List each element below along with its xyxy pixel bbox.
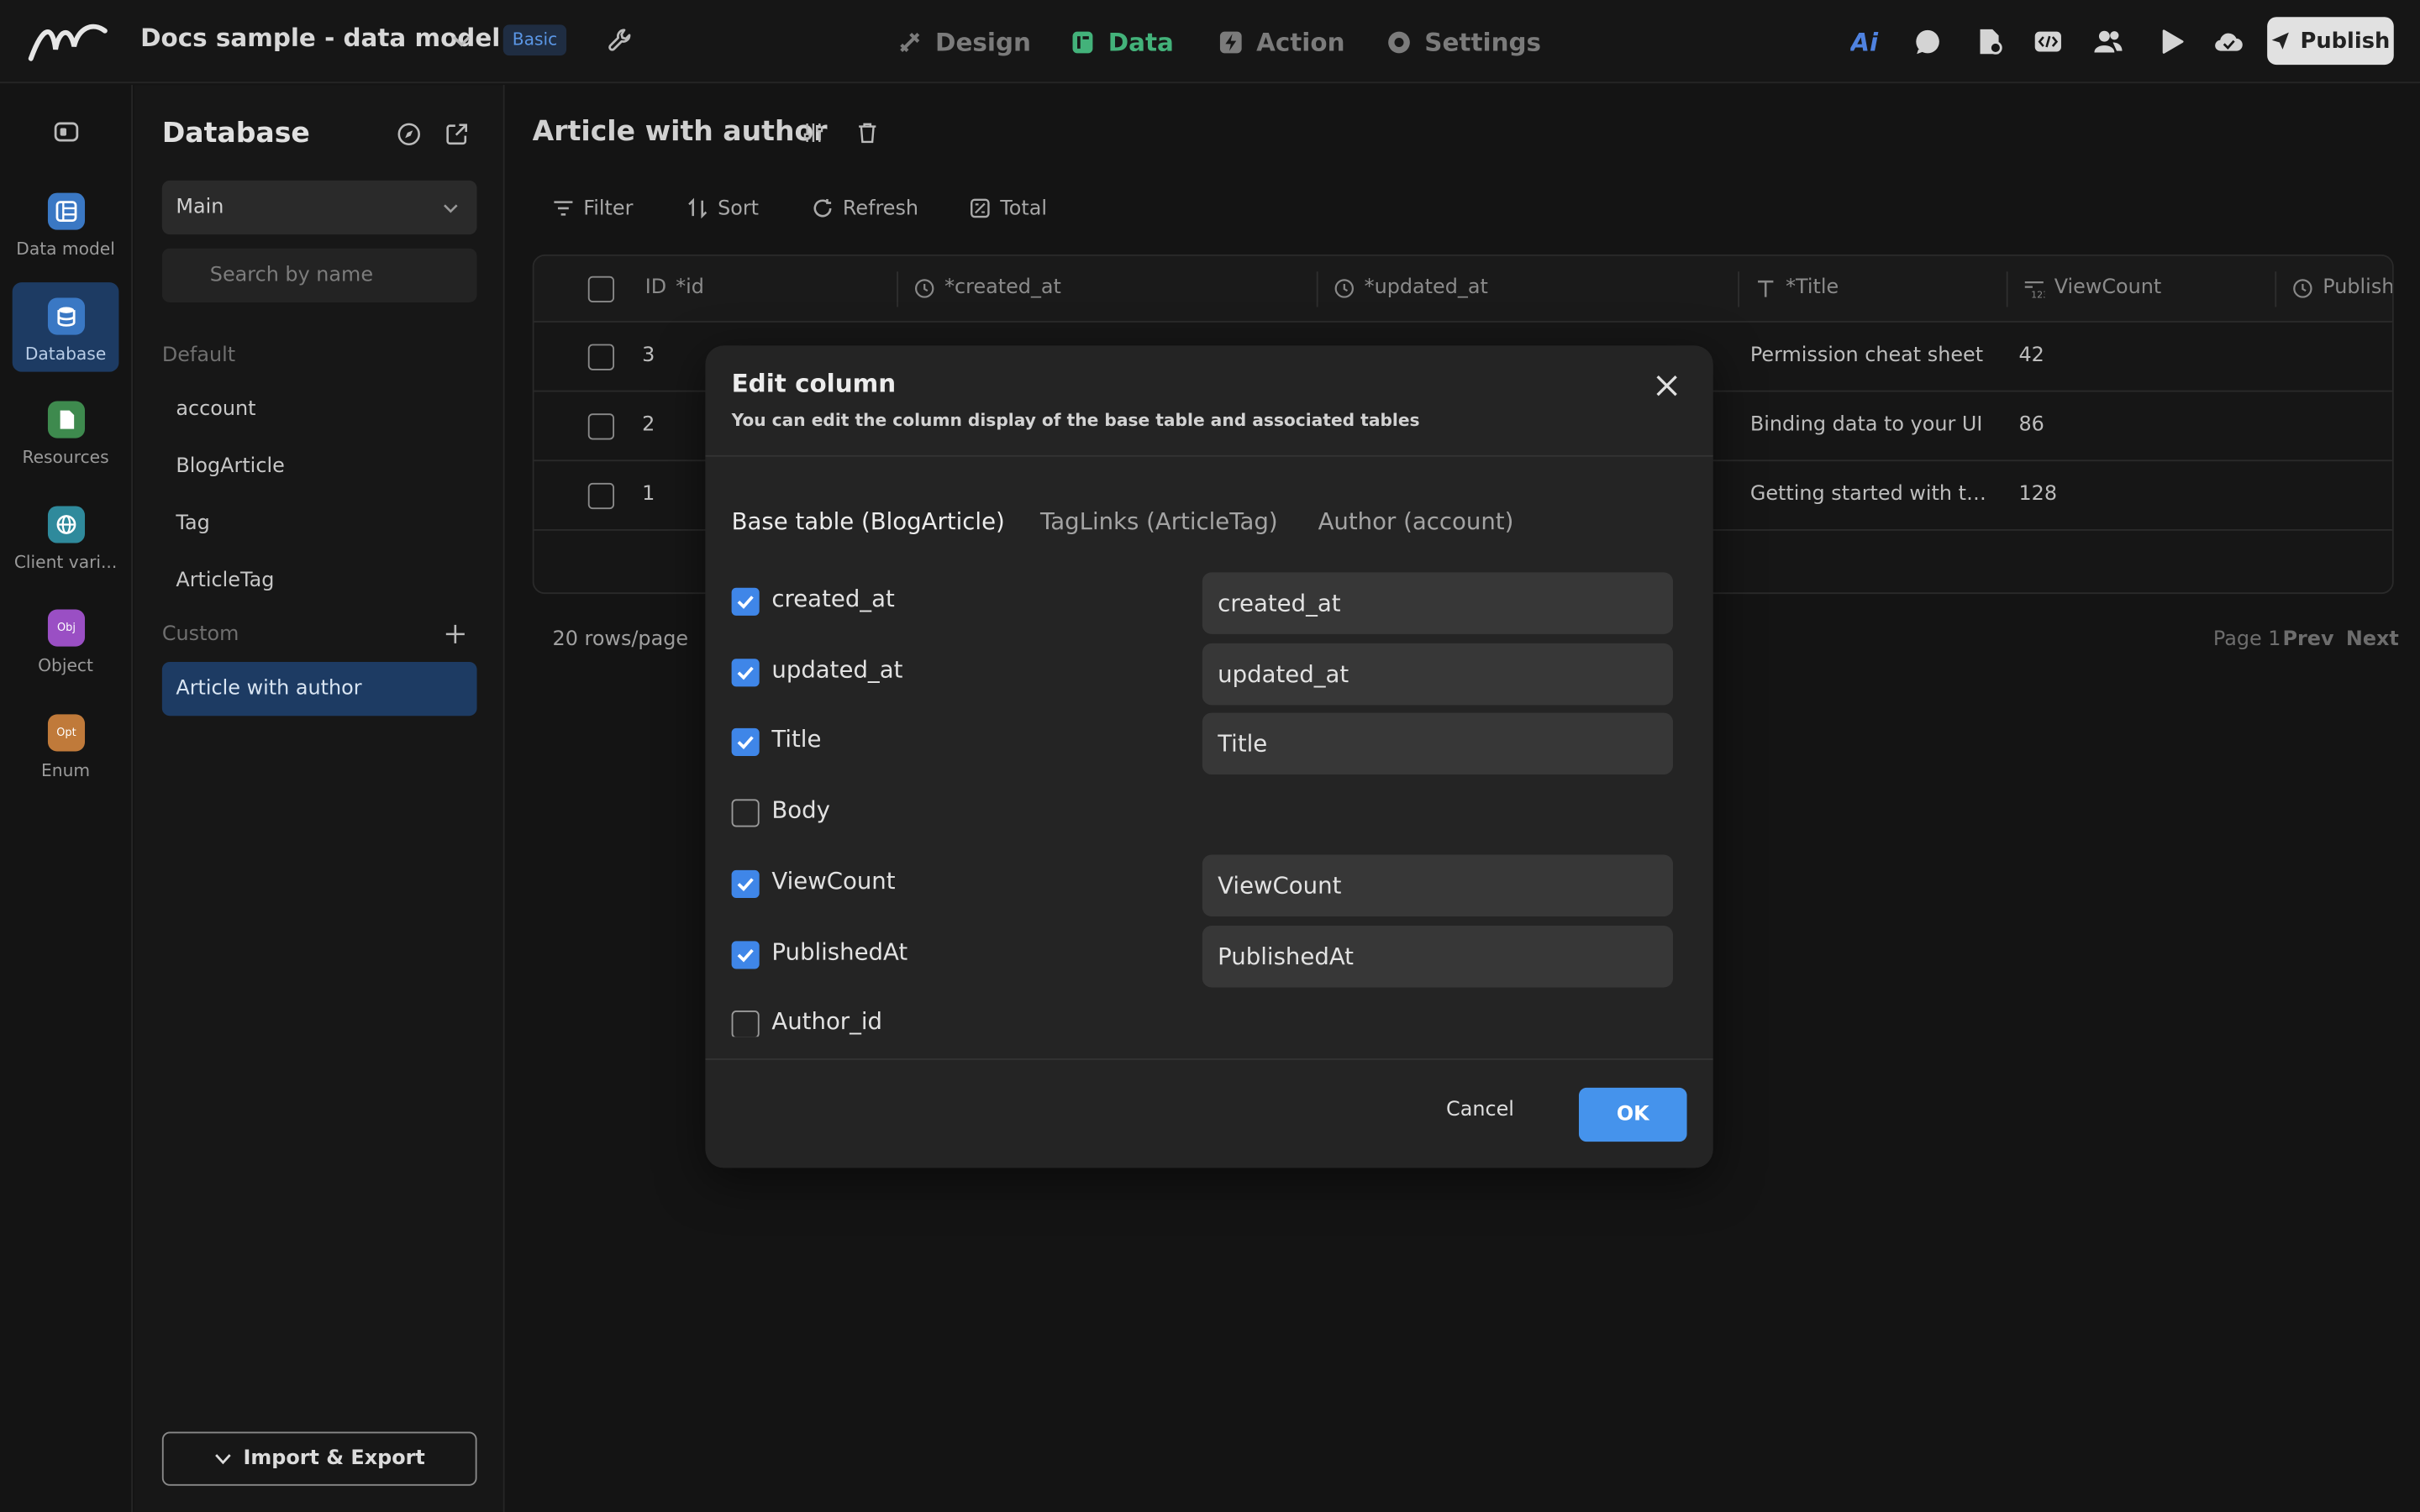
column-name: Author_id — [771, 1007, 883, 1036]
divider — [705, 454, 1713, 457]
dialog-subtitle: You can edit the column display of the b… — [731, 410, 1420, 431]
tab-author[interactable]: Author (account) — [1318, 507, 1514, 535]
column-checkbox[interactable] — [731, 659, 760, 687]
column-row-viewcount: ViewCount — [705, 854, 1712, 917]
check-icon — [737, 666, 754, 680]
check-icon — [737, 878, 754, 891]
column-row-created-at: created_at — [705, 572, 1712, 634]
column-display-input[interactable] — [1202, 926, 1674, 988]
tab-taglinks[interactable]: TagLinks (ArticleTag) — [1040, 507, 1278, 535]
close-icon[interactable] — [1651, 370, 1682, 402]
cancel-button[interactable]: Cancel — [1446, 1099, 1514, 1122]
check-icon — [737, 736, 754, 749]
divider — [705, 1058, 1713, 1060]
column-name: Body — [771, 795, 830, 824]
column-checkbox[interactable] — [731, 727, 760, 756]
column-row-body: Body — [705, 784, 1712, 845]
column-name: Title — [771, 725, 822, 753]
check-icon — [737, 948, 754, 963]
dialog-title: Edit column — [731, 368, 897, 398]
column-name: created_at — [771, 585, 895, 613]
ok-button[interactable]: OK — [1578, 1087, 1687, 1142]
column-checkbox[interactable] — [731, 799, 760, 827]
column-display-input[interactable] — [1202, 572, 1674, 634]
column-name: updated_at — [771, 655, 903, 684]
column-name: ViewCount — [771, 867, 896, 895]
column-checkbox[interactable] — [731, 587, 760, 616]
column-display-input[interactable] — [1202, 854, 1674, 917]
check-icon — [737, 596, 754, 609]
column-row-title: Title — [705, 712, 1712, 775]
column-row-author-id: Author_id — [705, 995, 1712, 1037]
column-checkbox[interactable] — [731, 869, 760, 898]
column-checkbox[interactable] — [731, 941, 760, 969]
column-name: PublishedAt — [771, 937, 908, 966]
column-row-publishedat: PublishedAt — [705, 926, 1712, 988]
column-row-updated-at: updated_at — [705, 643, 1712, 706]
column-display-input[interactable] — [1202, 643, 1674, 706]
edit-column-dialog: Edit column You can edit the column disp… — [705, 345, 1713, 1168]
tab-base-table[interactable]: Base table (BlogArticle) — [732, 507, 1005, 535]
column-checkbox[interactable] — [731, 1011, 760, 1037]
app-root: Docs sample - data model Basic Design Da… — [0, 0, 2420, 1512]
column-list[interactable]: created_at updated_at Title Body ViewCou… — [705, 559, 1712, 1037]
column-display-input[interactable] — [1202, 712, 1674, 775]
